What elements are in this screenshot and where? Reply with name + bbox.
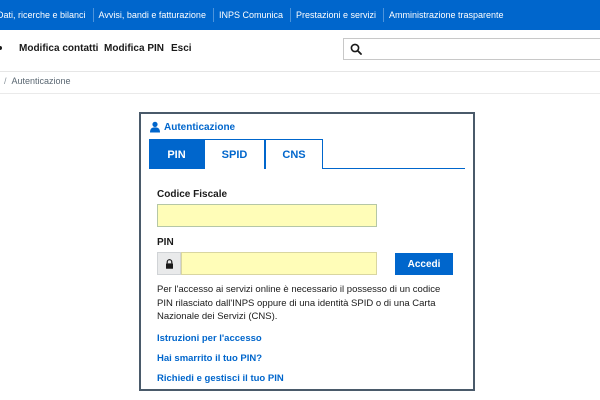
nav-dati-ricerche-bilanci[interactable]: Dati, ricerche e bilanci [0, 10, 93, 20]
breadcrumb-separator: / [4, 76, 7, 86]
panel-title-text: Autenticazione [164, 121, 236, 133]
search-input[interactable] [343, 38, 600, 60]
auth-panel: Autenticazione PIN SPID CNS Codice Fisca… [139, 112, 475, 391]
pin-label: PIN [157, 237, 174, 248]
tab-pin[interactable]: PIN [149, 139, 204, 169]
divider [0, 93, 600, 94]
nav-separator [92, 8, 94, 22]
top-navigation: Dati, ricerche e bilanci Avvisi, bandi e… [0, 0, 600, 30]
nav-avvisi-bandi-fatturazione[interactable]: Avvisi, bandi e fatturazione [99, 10, 213, 20]
search-icon[interactable] [350, 43, 362, 55]
menu-bullet [0, 46, 2, 50]
pin-lock-addon [157, 252, 181, 275]
nav-separator [212, 8, 214, 22]
nav-separator [289, 8, 291, 22]
nav-amministrazione-trasparente[interactable]: Amministrazione trasparente [389, 10, 511, 20]
user-icon [150, 121, 160, 133]
codice-fiscale-field[interactable] [157, 204, 377, 227]
nav-inps-comunica[interactable]: INPS Comunica [219, 10, 290, 20]
tab-cns[interactable]: CNS [265, 139, 323, 169]
istruzioni-accesso-link[interactable]: Istruzioni per l'accesso [157, 333, 262, 344]
breadcrumb: l/Autenticazione [0, 76, 71, 86]
lock-icon [165, 258, 173, 269]
access-info-text: Per l'accesso ai servizi online è necess… [157, 284, 441, 322]
breadcrumb-current: Autenticazione [11, 76, 71, 86]
auth-tabs: PIN SPID CNS [149, 139, 465, 169]
nav-separator [383, 8, 385, 22]
codice-fiscale-label: Codice Fiscale [157, 189, 228, 200]
tab-spid[interactable]: SPID [204, 139, 265, 169]
richiedi-pin-link[interactable]: Richiedi e gestisci il tuo PIN [157, 373, 284, 384]
accedi-button[interactable]: Accedi [395, 253, 453, 275]
modifica-contatti-link[interactable]: Modifica contatti [19, 43, 98, 54]
esci-link[interactable]: Esci [171, 43, 192, 54]
nav-prestazioni-servizi[interactable]: Prestazioni e servizi [296, 10, 383, 20]
pin-field[interactable] [181, 252, 377, 275]
modifica-pin-link[interactable]: Modifica PIN [104, 43, 164, 54]
panel-title: Autenticazione [149, 121, 235, 133]
pin-smarrito-link[interactable]: Hai smarrito il tuo PIN? [157, 353, 262, 364]
